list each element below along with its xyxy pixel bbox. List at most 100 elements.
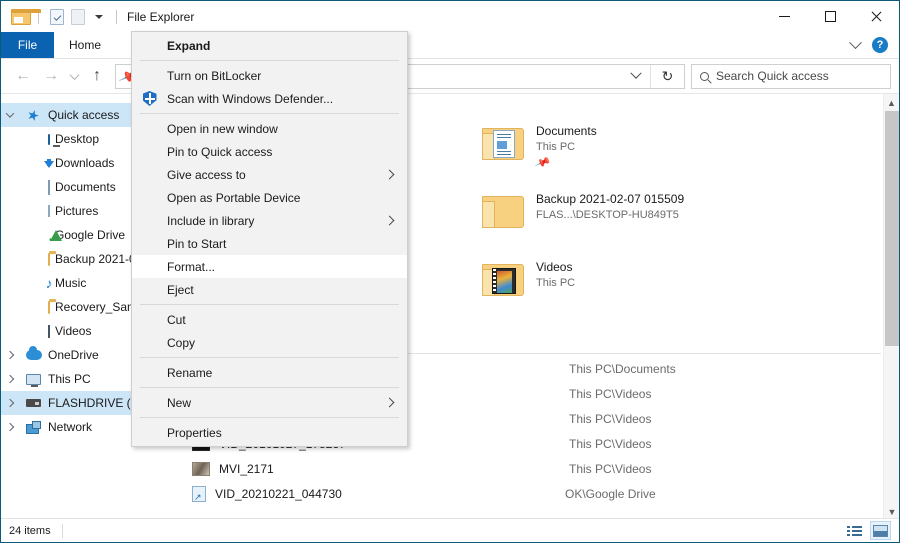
- context-menu-item-new[interactable]: New: [132, 391, 407, 414]
- context-menu-item-expand[interactable]: Expand: [132, 34, 407, 57]
- window-title: File Explorer: [127, 9, 195, 24]
- sidebar-item-label: Videos: [55, 324, 92, 338]
- file-explorer-window: File Explorer File Home ? ← → ↑ 📌 ↻ Sear…: [0, 0, 900, 543]
- context-menu-item-pin-to-start[interactable]: Pin to Start: [132, 232, 407, 255]
- chevron-right-icon[interactable]: [1, 350, 19, 360]
- search-input[interactable]: Search Quick access: [691, 63, 891, 89]
- tile-subtitle: This PC: [536, 277, 576, 289]
- folder-tile[interactable]: Videos This PC: [471, 252, 781, 320]
- customize-caret-icon[interactable]: [88, 6, 109, 27]
- scroll-up-button[interactable]: ▲: [884, 94, 899, 111]
- context-menu-item-turn-on-bitlocker[interactable]: Turn on BitLocker: [132, 64, 407, 87]
- large-icons-view-button[interactable]: [870, 521, 891, 540]
- recent-file-name: MVI_2171: [219, 461, 274, 476]
- back-button[interactable]: ←: [9, 63, 37, 89]
- help-icon[interactable]: ?: [872, 37, 888, 53]
- close-button[interactable]: [853, 1, 899, 32]
- chevron-right-icon: [384, 215, 395, 225]
- recent-file-row[interactable]: VID_20210221_044730 OK\Google Drive: [161, 481, 881, 506]
- chevron-right-icon: [384, 397, 395, 407]
- context-menu-item-label: Open in new window: [167, 121, 278, 136]
- folder-icon[interactable]: [10, 6, 41, 27]
- context-menu-item-eject[interactable]: Eject: [132, 278, 407, 301]
- tile-subtitle: FLAS...\DESKTOP-HU849T5: [536, 209, 679, 221]
- downloads-icon: [25, 155, 54, 171]
- context-menu-item-open-in-new-window[interactable]: Open in new window: [132, 117, 407, 140]
- sidebar-item-label: Documents: [55, 180, 116, 194]
- folder-icon: [25, 250, 56, 267]
- star-icon: ★: [25, 105, 42, 125]
- minimize-button[interactable]: [761, 1, 807, 32]
- folder-documents-icon: [480, 122, 526, 168]
- chevron-right-icon: [384, 169, 395, 179]
- pin-icon: 📌: [534, 154, 552, 171]
- sidebar-item-label: Recovery_Sam: [55, 300, 138, 314]
- context-menu-item-label: Eject: [167, 282, 194, 297]
- tab-file[interactable]: File: [1, 32, 54, 58]
- context-menu-item-pin-to-quick-access[interactable]: Pin to Quick access: [132, 140, 407, 163]
- sidebar-item-label: Network: [48, 420, 93, 434]
- context-menu-separator: [140, 304, 399, 305]
- context-menu-item-label: Include in library: [167, 213, 255, 228]
- status-bar: 24 items: [1, 518, 899, 542]
- sidebar-item-label: Pictures: [55, 204, 99, 218]
- context-menu-item-give-access-to[interactable]: Give access to: [132, 163, 407, 186]
- pictures-icon: [25, 203, 50, 219]
- context-menu-separator: [140, 113, 399, 114]
- context-menu-item-label: Open as Portable Device: [167, 190, 301, 205]
- folder-tile[interactable]: Documents This PC 📌: [471, 116, 781, 184]
- search-placeholder: Search Quick access: [716, 69, 829, 83]
- refresh-button[interactable]: ↻: [650, 64, 684, 88]
- folder-icon: [480, 190, 526, 236]
- context-menu-item-copy[interactable]: Copy: [132, 331, 407, 354]
- chevron-right-icon[interactable]: [1, 422, 19, 432]
- folder-tile[interactable]: Backup 2021-02-07 015509 FLAS...\DESKTOP-…: [471, 184, 781, 252]
- context-menu-item-label: Rename: [167, 365, 213, 380]
- documents-icon: [25, 179, 50, 195]
- context-menu-item-label: Copy: [167, 335, 196, 350]
- item-count-label: 24 items: [9, 524, 51, 537]
- new-folder-icon[interactable]: [67, 6, 88, 27]
- sidebar-item-label: OneDrive: [48, 348, 99, 362]
- context-menu-item-include-in-library[interactable]: Include in library: [132, 209, 407, 232]
- chevron-right-icon[interactable]: [1, 398, 19, 408]
- shortcut-icon: [192, 485, 206, 503]
- sidebar-item-label: Desktop: [55, 132, 100, 146]
- context-menu-item-rename[interactable]: Rename: [132, 361, 407, 384]
- forward-button[interactable]: →: [37, 63, 65, 89]
- drive-icon: [25, 395, 42, 411]
- tile-name: Backup 2021-02-07 015509: [536, 192, 685, 206]
- properties-icon[interactable]: [46, 6, 67, 27]
- context-menu-item-cut[interactable]: Cut: [132, 308, 407, 331]
- chevron-right-icon[interactable]: [1, 374, 19, 384]
- chevron-down-icon[interactable]: [1, 109, 19, 118]
- context-menu-item-open-as-portable-device[interactable]: Open as Portable Device: [132, 186, 407, 209]
- maximize-button[interactable]: [807, 1, 853, 32]
- recent-file-path: OK\Google Drive: [565, 486, 656, 501]
- cloud-icon: [25, 346, 42, 363]
- context-menu-item-properties[interactable]: Properties: [132, 421, 407, 444]
- video-thumbnail-room-icon: [192, 461, 210, 476]
- vertical-scrollbar[interactable]: ▲ ▼: [883, 94, 899, 520]
- sidebar-item-label: Google Drive: [55, 228, 126, 242]
- context-menu-item-label: Format...: [167, 259, 216, 274]
- details-view-button[interactable]: [844, 521, 865, 540]
- tile-subtitle: This PC: [536, 141, 576, 153]
- recent-locations-button[interactable]: [65, 63, 83, 89]
- context-menu-item-format[interactable]: Format...: [132, 255, 407, 278]
- ribbon-right-controls: ?: [849, 32, 899, 58]
- tab-home[interactable]: Home: [54, 32, 116, 58]
- scrollbar-thumb[interactable]: [885, 111, 899, 346]
- title-bar: File Explorer: [1, 1, 899, 32]
- recent-file-row[interactable]: MVI_2171 This PC\Videos: [161, 456, 881, 481]
- music-icon: ♪: [45, 275, 53, 291]
- recent-file-path: This PC\Videos: [569, 436, 652, 451]
- address-dropdown-icon[interactable]: [624, 65, 648, 88]
- context-menu-item-label: Expand: [167, 38, 211, 53]
- sidebar-item-label: Music: [55, 276, 87, 290]
- up-button[interactable]: ↑: [83, 63, 111, 89]
- context-menu-item-label: New: [167, 395, 192, 410]
- context-menu: Expand Turn on BitLocker Scan with Windows…: [131, 31, 408, 447]
- chevron-down-icon[interactable]: [849, 35, 862, 49]
- context-menu-item-scan-with-windows-defender[interactable]: Scan with Windows Defender...: [132, 87, 407, 110]
